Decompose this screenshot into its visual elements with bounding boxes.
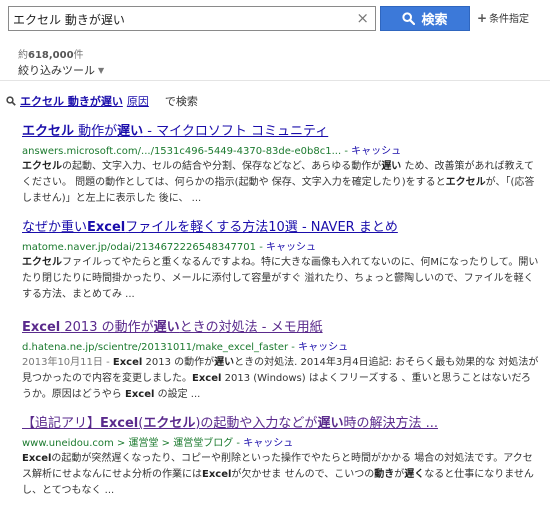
search-icon — [402, 12, 416, 25]
search-result: Excel 2013 の動作が遅いときの対処法 - メモ用紙 d.hatena.… — [22, 316, 540, 403]
result-url-text: www.uneidou.com > 運営堂 > 運営堂ブログ - — [22, 438, 241, 449]
search-result: エクセル 動作が遅い - マイクロソフト コミュニティ answers.micr… — [22, 120, 540, 207]
alternate-search-suffix: で検索 — [164, 95, 198, 108]
search-result: なぜか重いExcelファイルを軽くする方法10選 - NAVER まとめ mat… — [22, 216, 540, 303]
result-snippet: Excelの起動が突然遅くなったり、コピーや削除といった操作でやたらと時間がかか… — [22, 453, 534, 496]
alternate-search-suggestion: エクセル 動きが遅い 原因 で検索 — [6, 93, 198, 109]
caret-down-icon: ▼ — [98, 65, 105, 75]
result-snippet: エクセルの起動、文字入力、セルの結合や分割、保存などなど、あらゆる動作が遅い た… — [22, 161, 535, 204]
result-title-link[interactable]: 【追記アリ】Excel(エクセル)の起動や入力などが遅い時の解決方法 ... — [22, 412, 540, 431]
result-title-link[interactable]: なぜか重いExcelファイルを軽くする方法10選 - NAVER まとめ — [22, 216, 540, 235]
result-url: matome.naver.jp/odai/2134672226548347701… — [22, 238, 540, 253]
filter-tools-dropdown[interactable]: 絞り込みツール ▼ — [18, 62, 104, 78]
original-query-link[interactable]: 原因 — [127, 93, 149, 109]
divider — [0, 80, 550, 81]
result-url: d.hatena.ne.jp/scientre/20131011/make_ex… — [22, 338, 540, 353]
result-count: 約618,000件 — [18, 46, 84, 61]
search-button[interactable]: 検索 — [380, 6, 470, 31]
search-icon — [6, 96, 16, 106]
result-title-link[interactable]: Excel 2013 の動作が遅いときの対処法 - メモ用紙 — [22, 316, 540, 335]
search-box[interactable]: × — [8, 6, 376, 31]
filter-tools-label: 絞り込みツール — [18, 64, 95, 77]
result-url: answers.microsoft.com/.../1531c496-5449-… — [22, 142, 540, 157]
result-count-prefix: 約 — [18, 50, 28, 61]
result-url: www.uneidou.com > 運営堂 > 運営堂ブログ - キャッシュ — [22, 434, 540, 449]
cache-link[interactable]: キャッシュ — [298, 342, 348, 353]
search-input[interactable] — [13, 10, 353, 28]
clear-icon[interactable]: × — [356, 9, 369, 27]
cache-link[interactable]: キャッシュ — [266, 242, 316, 253]
alternate-query-link[interactable]: エクセル 動きが遅い — [20, 93, 123, 109]
result-url-text: answers.microsoft.com/.../1531c496-5449-… — [22, 146, 348, 157]
result-url-text: d.hatena.ne.jp/scientre/20131011/make_ex… — [22, 342, 295, 353]
advanced-search-link[interactable]: + 条件指定 — [477, 10, 530, 26]
result-snippet: 2013年10月11日 - Excel 2013 の動作が遅いときの対処法. 2… — [22, 357, 539, 400]
cache-link[interactable]: キャッシュ — [351, 146, 401, 157]
search-result: 【追記アリ】Excel(エクセル)の起動や入力などが遅い時の解決方法 ... w… — [22, 412, 540, 499]
result-url-text: matome.naver.jp/odai/2134672226548347701… — [22, 242, 263, 253]
advanced-search-label: 条件指定 — [489, 14, 530, 25]
result-title-link[interactable]: エクセル 動作が遅い - マイクロソフト コミュニティ — [22, 120, 540, 139]
result-count-suffix: 件 — [73, 50, 84, 61]
cache-link[interactable]: キャッシュ — [243, 438, 293, 449]
plus-icon: + — [477, 10, 488, 25]
result-count-value: 618,000 — [28, 50, 74, 61]
search-button-label: 検索 — [421, 13, 448, 28]
result-snippet: エクセルファイルってやたらと重くなるんですよね。特に大きな画像も入れてないのに、… — [22, 257, 539, 300]
